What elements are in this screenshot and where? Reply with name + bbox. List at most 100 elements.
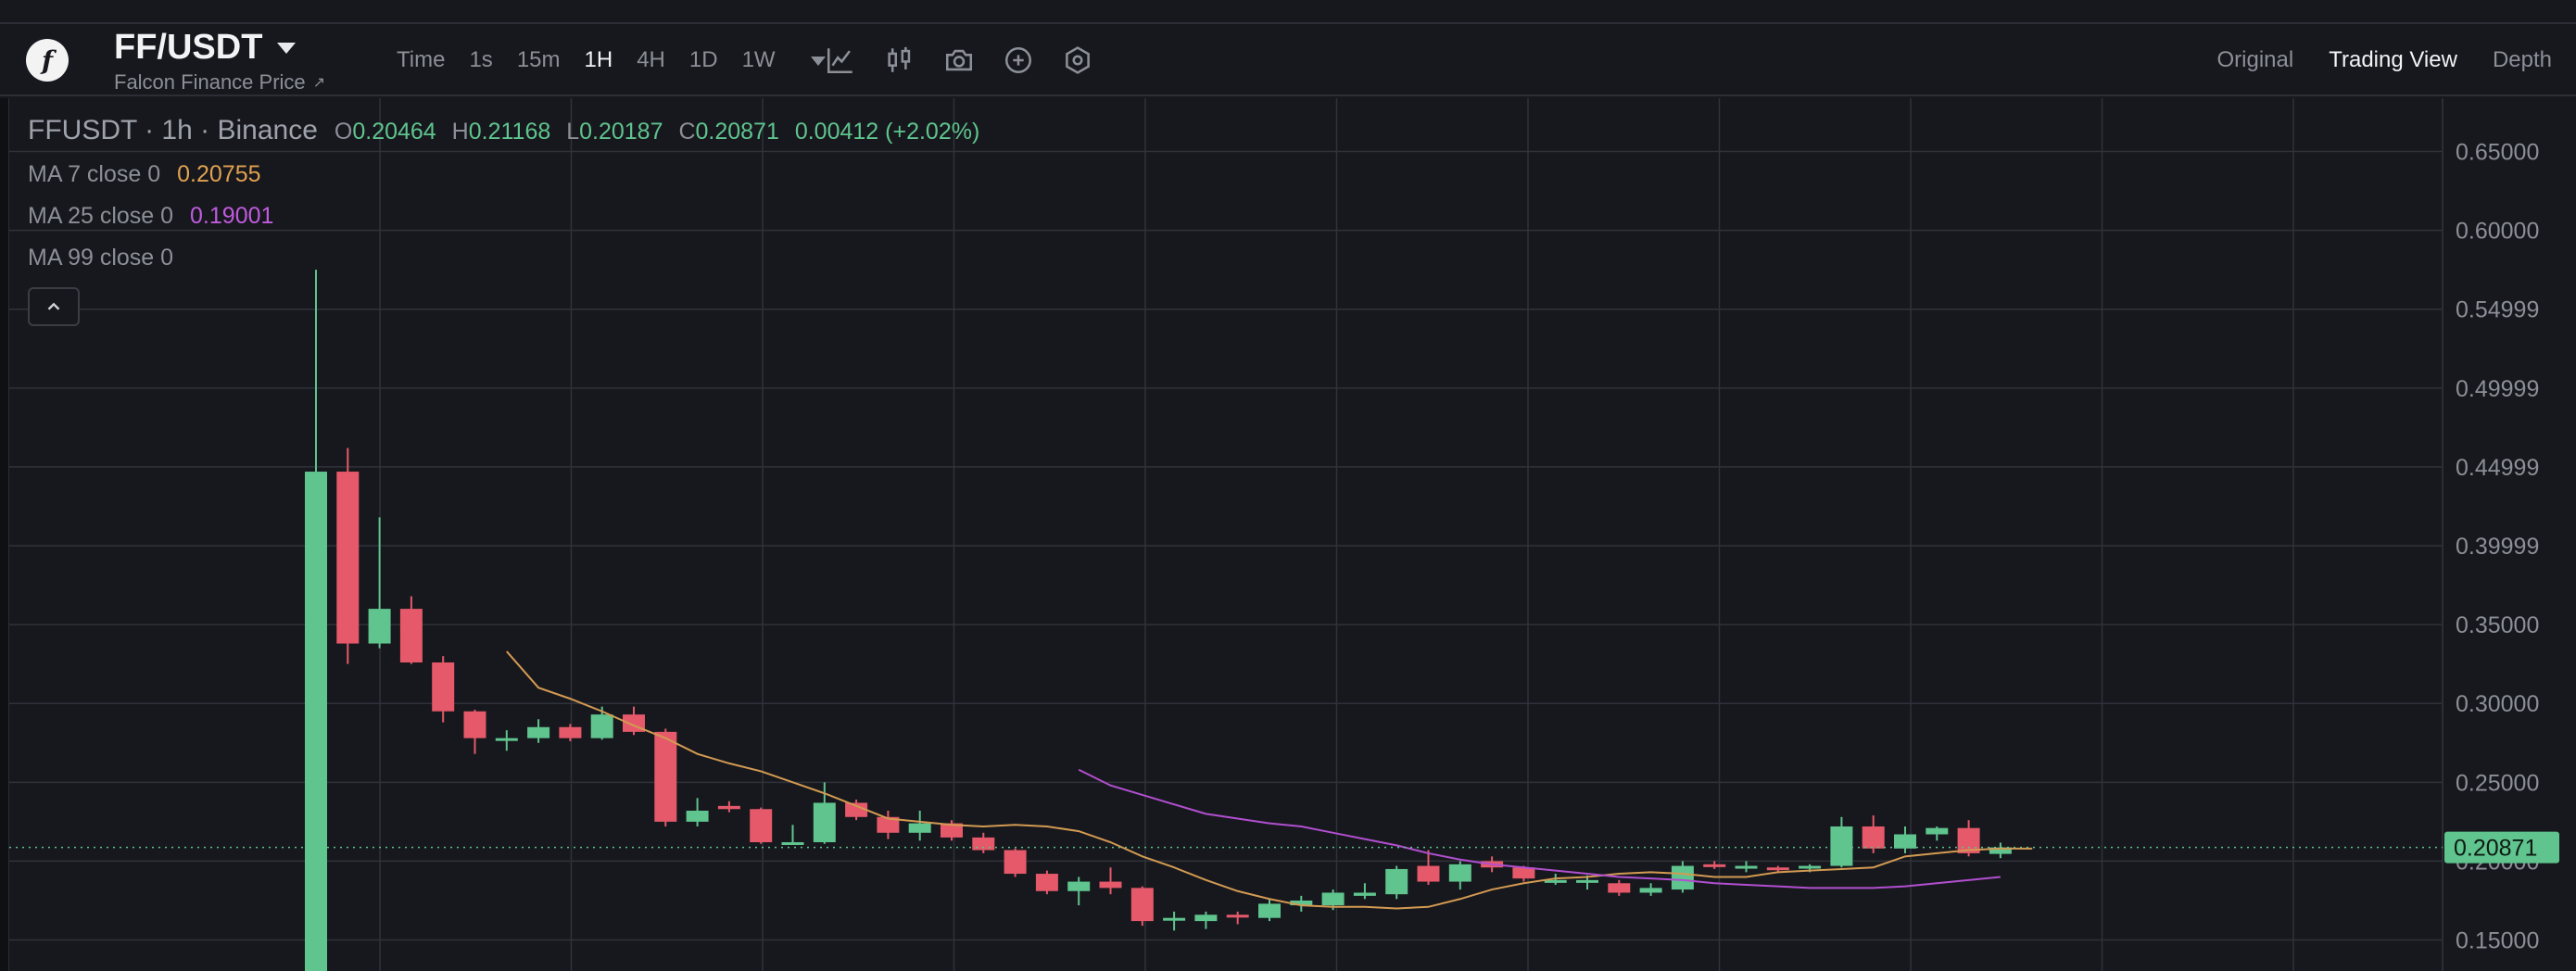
chart-left-edge: [0, 98, 9, 971]
candle-body: [908, 823, 931, 833]
price-link[interactable]: Falcon Finance Price ↗: [114, 70, 325, 95]
candle-body: [1830, 826, 1853, 866]
candle-body: [1639, 888, 1662, 893]
falcon-logo-glyph: f: [41, 44, 54, 76]
legend-ma99[interactable]: MA 99 close 0: [28, 245, 989, 271]
more-intervals-icon[interactable]: [810, 57, 826, 66]
legend-change: 0.00412 (+2.02%): [794, 119, 980, 145]
candle-body: [1766, 867, 1789, 871]
candle-body: [654, 731, 677, 822]
candle-body: [399, 609, 423, 662]
candle-body: [368, 609, 391, 644]
y-tick-label: 0.60000: [2456, 219, 2539, 245]
ma7-label: MA 7 close 0: [28, 161, 161, 187]
y-tick-label: 0.49999: [2456, 376, 2539, 402]
candle-body: [1894, 834, 1916, 849]
ma25-value: 0.19001: [190, 203, 274, 229]
collapse-legend-button[interactable]: [28, 287, 80, 326]
legend-close: 0.20871: [695, 119, 779, 145]
y-tick-label: 0.35000: [2456, 612, 2539, 638]
candle-body: [781, 842, 804, 846]
candle-body: [1799, 865, 1822, 869]
legend-high: 0.21168: [468, 119, 551, 145]
candle-body: [1926, 827, 1949, 835]
interval-tab-1h[interactable]: 1H: [585, 47, 613, 73]
candle-body: [972, 837, 995, 851]
pair-title: FF/USDT: [114, 28, 263, 67]
ma7-line: [506, 650, 2033, 910]
candle-body: [1608, 883, 1631, 893]
external-link-icon: ↗: [312, 75, 326, 91]
interval-tabs: Time 1s 15m 1H 4H 1D 1W: [397, 47, 826, 73]
candle-body: [1671, 865, 1694, 890]
candle-body: [463, 711, 486, 738]
candle-body: [1099, 881, 1122, 889]
interval-tab-4h[interactable]: 4H: [637, 47, 665, 73]
candle-body: [1735, 865, 1758, 869]
interval-tab-time[interactable]: Time: [397, 47, 445, 73]
line-chart-icon[interactable]: [825, 44, 856, 76]
y-tick-label: 0.44999: [2456, 455, 2539, 481]
legend-o-label: O: [334, 119, 353, 145]
candle-body: [1258, 903, 1281, 918]
candle-body: [305, 472, 327, 971]
y-tick-label: 0.15000: [2456, 928, 2539, 954]
falcon-logo[interactable]: f: [26, 39, 69, 82]
candle-body: [717, 805, 740, 810]
y-tick-label: 0.30000: [2456, 691, 2539, 717]
candle-body: [590, 714, 613, 738]
legend-open: 0.20464: [352, 119, 436, 145]
legend-c-label: C: [678, 119, 696, 145]
candle-body: [1130, 888, 1154, 922]
last-price-label: 0.20871: [2454, 836, 2537, 862]
candle-body: [432, 662, 455, 712]
candle-body: [1004, 850, 1027, 875]
candle-body: [1353, 892, 1376, 896]
candle-body: [813, 802, 836, 843]
interval-tab-1w[interactable]: 1W: [742, 47, 776, 73]
interval-tab-1d[interactable]: 1D: [689, 47, 718, 73]
ma25-label: MA 25 close 0: [28, 203, 174, 229]
interval-tab-1s[interactable]: 1s: [469, 47, 492, 73]
candle-body: [1226, 914, 1249, 918]
pair-selector[interactable]: FF/USDT: [114, 28, 297, 68]
plus-circle-icon[interactable]: [1003, 44, 1034, 76]
candle-body: [1862, 826, 1885, 849]
ma7-value: 0.20755: [177, 161, 261, 187]
header-bar: f FF/USDT Falcon Finance Price ↗ Time 1s 1…: [0, 26, 2576, 96]
legend-symbol: FFUSDT · 1h · Binance: [28, 115, 318, 145]
candle-body: [527, 726, 550, 738]
candle-body: [559, 726, 582, 738]
candle-body: [750, 809, 773, 843]
ma25-line: [1078, 768, 2001, 889]
top-strip: [0, 0, 2576, 24]
candle-body: [1417, 865, 1440, 882]
candle-body: [495, 738, 518, 741]
candle-body: [1448, 864, 1471, 882]
legend-ohlc: O0.20464 H0.21168 L0.20187 C0.20871 0.00…: [335, 119, 989, 145]
candle-body: [1576, 879, 1598, 883]
chart-legend: FFUSDT · 1h · Binance O0.20464 H0.21168 …: [28, 115, 989, 271]
y-tick-label: 0.39999: [2456, 534, 2539, 560]
interval-tab-15m[interactable]: 15m: [517, 47, 561, 73]
y-tick-label: 0.54999: [2456, 297, 2539, 323]
price-link-label: Falcon Finance Price: [114, 70, 306, 94]
view-tab-depth[interactable]: Depth: [2493, 47, 2552, 73]
legend-l-label: L: [566, 119, 580, 145]
ma99-label: MA 99 close 0: [28, 245, 174, 271]
candle-body: [686, 810, 709, 822]
view-tab-trading-view[interactable]: Trading View: [2329, 47, 2457, 73]
candle-body: [1163, 917, 1186, 921]
legend-ma25[interactable]: MA 25 close 0 0.19001: [28, 203, 989, 230]
view-tabs: Original Trading View Depth: [2182, 47, 2553, 73]
candle-body: [1703, 864, 1726, 867]
y-tick-label: 0.65000: [2456, 140, 2539, 166]
legend-ma7[interactable]: MA 7 close 0 0.20755: [28, 161, 989, 188]
candle-body: [1321, 892, 1345, 906]
view-tab-original[interactable]: Original: [2217, 47, 2294, 73]
candle-body: [1385, 868, 1408, 895]
settings-hex-icon[interactable]: [1062, 44, 1093, 76]
camera-icon[interactable]: [943, 44, 975, 76]
candles-icon[interactable]: [884, 44, 915, 76]
candle-body: [1194, 914, 1218, 922]
